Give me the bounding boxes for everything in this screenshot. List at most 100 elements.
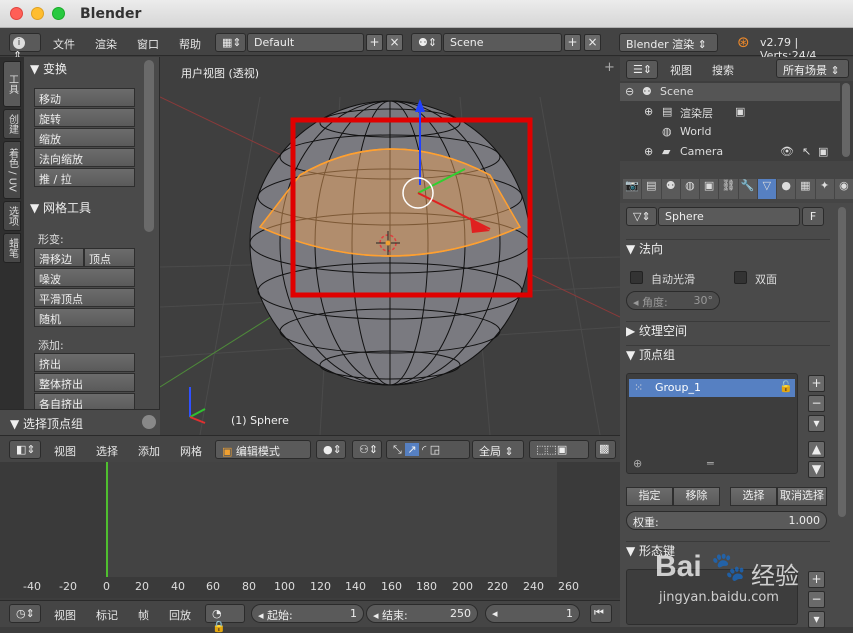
menu-mesh[interactable]: 网格 — [180, 443, 202, 459]
jump-start-button[interactable]: ⏮ — [590, 604, 612, 623]
toolshelf-scrollbar[interactable] — [144, 60, 154, 232]
assign-button[interactable]: 指定 — [626, 487, 673, 506]
deselect-button[interactable]: 取消选择 — [777, 487, 827, 506]
editor-type-outliner[interactable]: ☰⇕ — [626, 60, 658, 79]
scene-selector[interactable]: ⚉⇕ — [411, 33, 442, 52]
slide-edge-button[interactable]: 滑移边 — [34, 248, 84, 267]
constraints-props-icon[interactable]: ⛓ — [719, 179, 738, 199]
operator-panel-toggle[interactable] — [142, 415, 156, 429]
menu-file[interactable]: 文件 — [53, 36, 75, 52]
3d-viewport[interactable]: 用户视图 (透视) (1) Sphere + — [160, 57, 620, 435]
modifiers-props-icon[interactable]: 🔧 — [738, 179, 757, 199]
menu-marker[interactable]: 标记 — [96, 607, 118, 623]
shrink-fatten-button[interactable]: 法向缩放 — [34, 148, 135, 167]
cursor-select-icon[interactable]: ↖ — [802, 145, 811, 158]
mesh-data-props-icon[interactable]: ▽ — [757, 179, 776, 199]
menu-playback[interactable]: 回放 — [169, 607, 191, 623]
viewport-split-plus-icon[interactable]: + — [604, 60, 615, 75]
double-sided-checkbox[interactable] — [734, 271, 747, 284]
render-icon[interactable]: ▣ — [818, 145, 828, 158]
mesh-name-field[interactable]: Sphere — [658, 207, 800, 226]
scale-button[interactable]: 缩放 — [34, 128, 135, 147]
scene-props-icon[interactable]: ⚉ — [661, 179, 680, 199]
render-props-icon[interactable]: 📷 — [623, 179, 642, 199]
texture-space-panel-header[interactable]: ▶ 纹理空间 — [626, 321, 830, 339]
add-layout-button[interactable]: + — [366, 34, 383, 51]
maximize-window-button[interactable] — [52, 7, 65, 20]
scene-name-field[interactable]: Scene — [443, 33, 562, 52]
timeline[interactable]: -40 -20 0 20 40 60 80 100 120 140 160 18… — [0, 462, 620, 598]
noise-button[interactable]: 噪波 — [34, 268, 135, 287]
mesh-datablock-browse[interactable]: ▽⇕ — [626, 207, 657, 226]
physics-props-icon[interactable]: ◉ — [834, 179, 853, 199]
outliner-filter-select[interactable]: 所有场景 ⇕ — [776, 59, 849, 78]
current-frame-field[interactable]: ◂ 1 — [485, 604, 580, 623]
remove-vertex-group-button[interactable]: − — [808, 395, 825, 412]
current-frame-marker[interactable] — [106, 462, 108, 584]
fake-user-button[interactable]: F — [802, 207, 824, 226]
editor-type-info[interactable]: i ⇕ — [9, 33, 41, 62]
particles-props-icon[interactable]: ✦ — [815, 179, 834, 199]
preview-range-buttons[interactable]: ◔ 🔒 — [205, 604, 245, 633]
operator-panel-header[interactable]: ▼ 选择顶点组 — [10, 415, 83, 432]
menu-add[interactable]: 添加 — [138, 443, 160, 459]
menu-outliner-view[interactable]: 视图 — [670, 62, 692, 78]
menu-frame[interactable]: 帧 — [138, 607, 149, 623]
vertex-group-specials-button[interactable]: ▾ — [808, 415, 825, 432]
select-button[interactable]: 选择 — [730, 487, 777, 506]
shape-key-specials-button[interactable]: ▾ — [808, 611, 825, 628]
menu-render[interactable]: 渲染 — [95, 36, 117, 52]
render-engine-select[interactable]: Blender 渲染 ⇕ — [619, 33, 718, 52]
close-window-button[interactable] — [10, 7, 23, 20]
mode-select[interactable]: ▣ 编辑模式 — [215, 440, 311, 459]
smooth-vertex-button[interactable]: 平滑顶点 — [34, 288, 135, 307]
outliner-row-world[interactable]: ◍ World — [620, 123, 840, 141]
render-layers-props-icon[interactable]: ▤ — [642, 179, 661, 199]
outliner-row-renderlayers[interactable]: ⊕ ▤ 渲染层 ▣ — [620, 103, 840, 121]
pivot-select[interactable]: ⚇⇕ — [352, 440, 382, 459]
orientation-select[interactable]: 全局 ⇕ — [472, 440, 524, 459]
menu-outliner-search[interactable]: 搜索 — [712, 62, 734, 78]
weight-field[interactable]: 权重: 1.000 — [626, 511, 827, 530]
texture-props-icon[interactable]: ▦ — [796, 179, 815, 199]
mesh-tools-panel-header[interactable]: ▼ 网格工具 — [30, 199, 91, 216]
end-frame-field[interactable]: ◂ 结束: 250 — [366, 604, 478, 623]
tab-tools[interactable]: 工具 — [3, 61, 21, 107]
menu-view[interactable]: 视图 — [54, 443, 76, 459]
shading-select[interactable]: ●⇕ — [316, 440, 346, 459]
push-pull-button[interactable]: 推 / 拉 — [34, 168, 135, 187]
eye-icon[interactable]: 👁 — [780, 145, 794, 158]
editor-type-3d[interactable]: ◧⇕ — [9, 440, 41, 459]
object-props-icon[interactable]: ▣ — [700, 179, 719, 199]
tab-create[interactable]: 创建 — [3, 109, 21, 139]
minimize-window-button[interactable] — [31, 7, 44, 20]
normals-panel-header[interactable]: ▼ 法向 — [626, 239, 830, 257]
tab-options[interactable]: 选项 — [3, 201, 21, 231]
layout-selector[interactable]: ▦⇕ — [215, 33, 246, 52]
move-group-up-button[interactable]: ▲ — [808, 441, 825, 458]
occlude-geometry-button[interactable]: ▩ — [595, 440, 616, 459]
slide-vertex-button[interactable]: 顶点 — [84, 248, 135, 267]
lock-icon[interactable]: 🔓 — [779, 380, 793, 393]
tab-grease-pencil[interactable]: 蜡笔 — [3, 233, 21, 263]
move-button[interactable]: 移动 — [34, 88, 135, 107]
menu-select[interactable]: 选择 — [96, 443, 118, 459]
editor-type-timeline[interactable]: ◷⇕ — [9, 604, 41, 623]
add-vertex-group-button[interactable]: + — [808, 375, 825, 392]
tab-shading-uv[interactable]: 着色 / UV — [3, 141, 21, 199]
start-frame-field[interactable]: ◂ 起始: 1 — [251, 604, 364, 623]
extrude-region-button[interactable]: 整体挤出 — [34, 373, 135, 392]
remove-scene-button[interactable]: × — [584, 34, 601, 51]
randomize-button[interactable]: 随机 — [34, 308, 135, 327]
list-expand-icon[interactable]: ⊕ — [633, 457, 642, 470]
world-props-icon[interactable]: ◍ — [680, 179, 699, 199]
list-resize-handle[interactable]: ═ — [707, 457, 714, 470]
outliner-scrollbar[interactable] — [842, 83, 850, 157]
transform-panel-header[interactable]: ▼ 变换 — [30, 60, 67, 77]
rotate-button[interactable]: 旋转 — [34, 108, 135, 127]
layout-name-field[interactable]: Default — [247, 33, 364, 52]
menu-help[interactable]: 帮助 — [179, 36, 201, 52]
menu-timeline-view[interactable]: 视图 — [54, 607, 76, 623]
outliner-row-scene[interactable]: ⊖ ⚉ Scene — [620, 83, 840, 101]
auto-smooth-checkbox[interactable] — [630, 271, 643, 284]
